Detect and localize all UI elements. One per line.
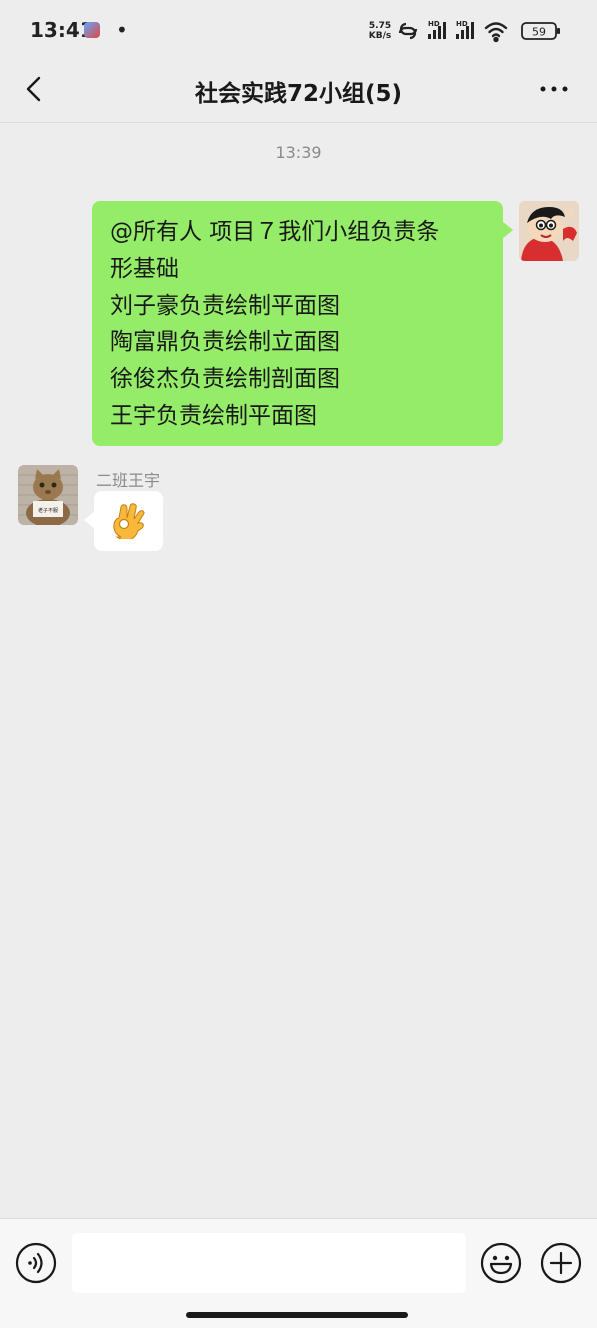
back-arrow-icon[interactable]	[20, 72, 50, 106]
status-icons: HD HD 59	[398, 20, 560, 43]
incoming-message-bubble[interactable]	[84, 491, 163, 551]
outgoing-message-bubble[interactable]: @所有人 项目７我们小组负责条 形基础 刘子豪负责绘制平面图 陶富鼎负责绘制立面…	[92, 201, 513, 446]
sender-avatar[interactable]: 老子不服	[18, 465, 78, 525]
home-indicator[interactable]	[186, 1312, 408, 1318]
ok-hand-emoji-icon	[113, 503, 145, 539]
message-line: 徐俊杰负责绘制剖面图	[110, 366, 340, 393]
voice-input-button[interactable]	[15, 1242, 57, 1284]
more-options-icon[interactable]	[536, 74, 572, 104]
sender-name: 二班王宇	[96, 471, 161, 490]
link-icon	[398, 22, 418, 40]
network-speed: 5.75 KB/s	[368, 21, 392, 41]
emoji-button[interactable]	[480, 1242, 522, 1284]
chat-header: 社会实践72小组(5)	[0, 60, 597, 123]
more-functions-plus-button[interactable]	[540, 1242, 582, 1284]
message-line: 刘子豪负责绘制平面图	[110, 292, 340, 319]
signal-icon-1: HD	[428, 20, 446, 39]
app-notification-icon	[84, 22, 100, 38]
message-line: 形基础	[110, 255, 179, 282]
wifi-icon	[484, 22, 508, 43]
battery-icon: 59	[521, 22, 560, 40]
network-speed-unit: KB/s	[368, 31, 392, 41]
signal-icon-2: HD	[456, 20, 474, 39]
network-speed-value: 5.75	[368, 21, 392, 31]
battery-level: 59	[532, 26, 546, 39]
my-avatar[interactable]	[519, 201, 579, 261]
avatar-sign-text: 老子不服	[38, 507, 58, 514]
message-line: @所有人 项目７我们小组负责条	[110, 219, 440, 245]
message-timestamp: 13:39	[275, 143, 322, 162]
message-line: 王宇负责绘制平面图	[110, 402, 317, 429]
status-dot: •	[116, 18, 128, 42]
message-input[interactable]	[72, 1233, 466, 1293]
bubble-tail	[502, 221, 513, 239]
bubble-tail	[84, 511, 95, 529]
status-bar: 13:41 • 5.75 KB/s HD HD 59	[0, 0, 597, 60]
chat-title: 社会实践72小组(5)	[194, 81, 403, 107]
input-toolbar	[0, 1218, 597, 1328]
message-line: 陶富鼎负责绘制立面图	[110, 329, 340, 356]
